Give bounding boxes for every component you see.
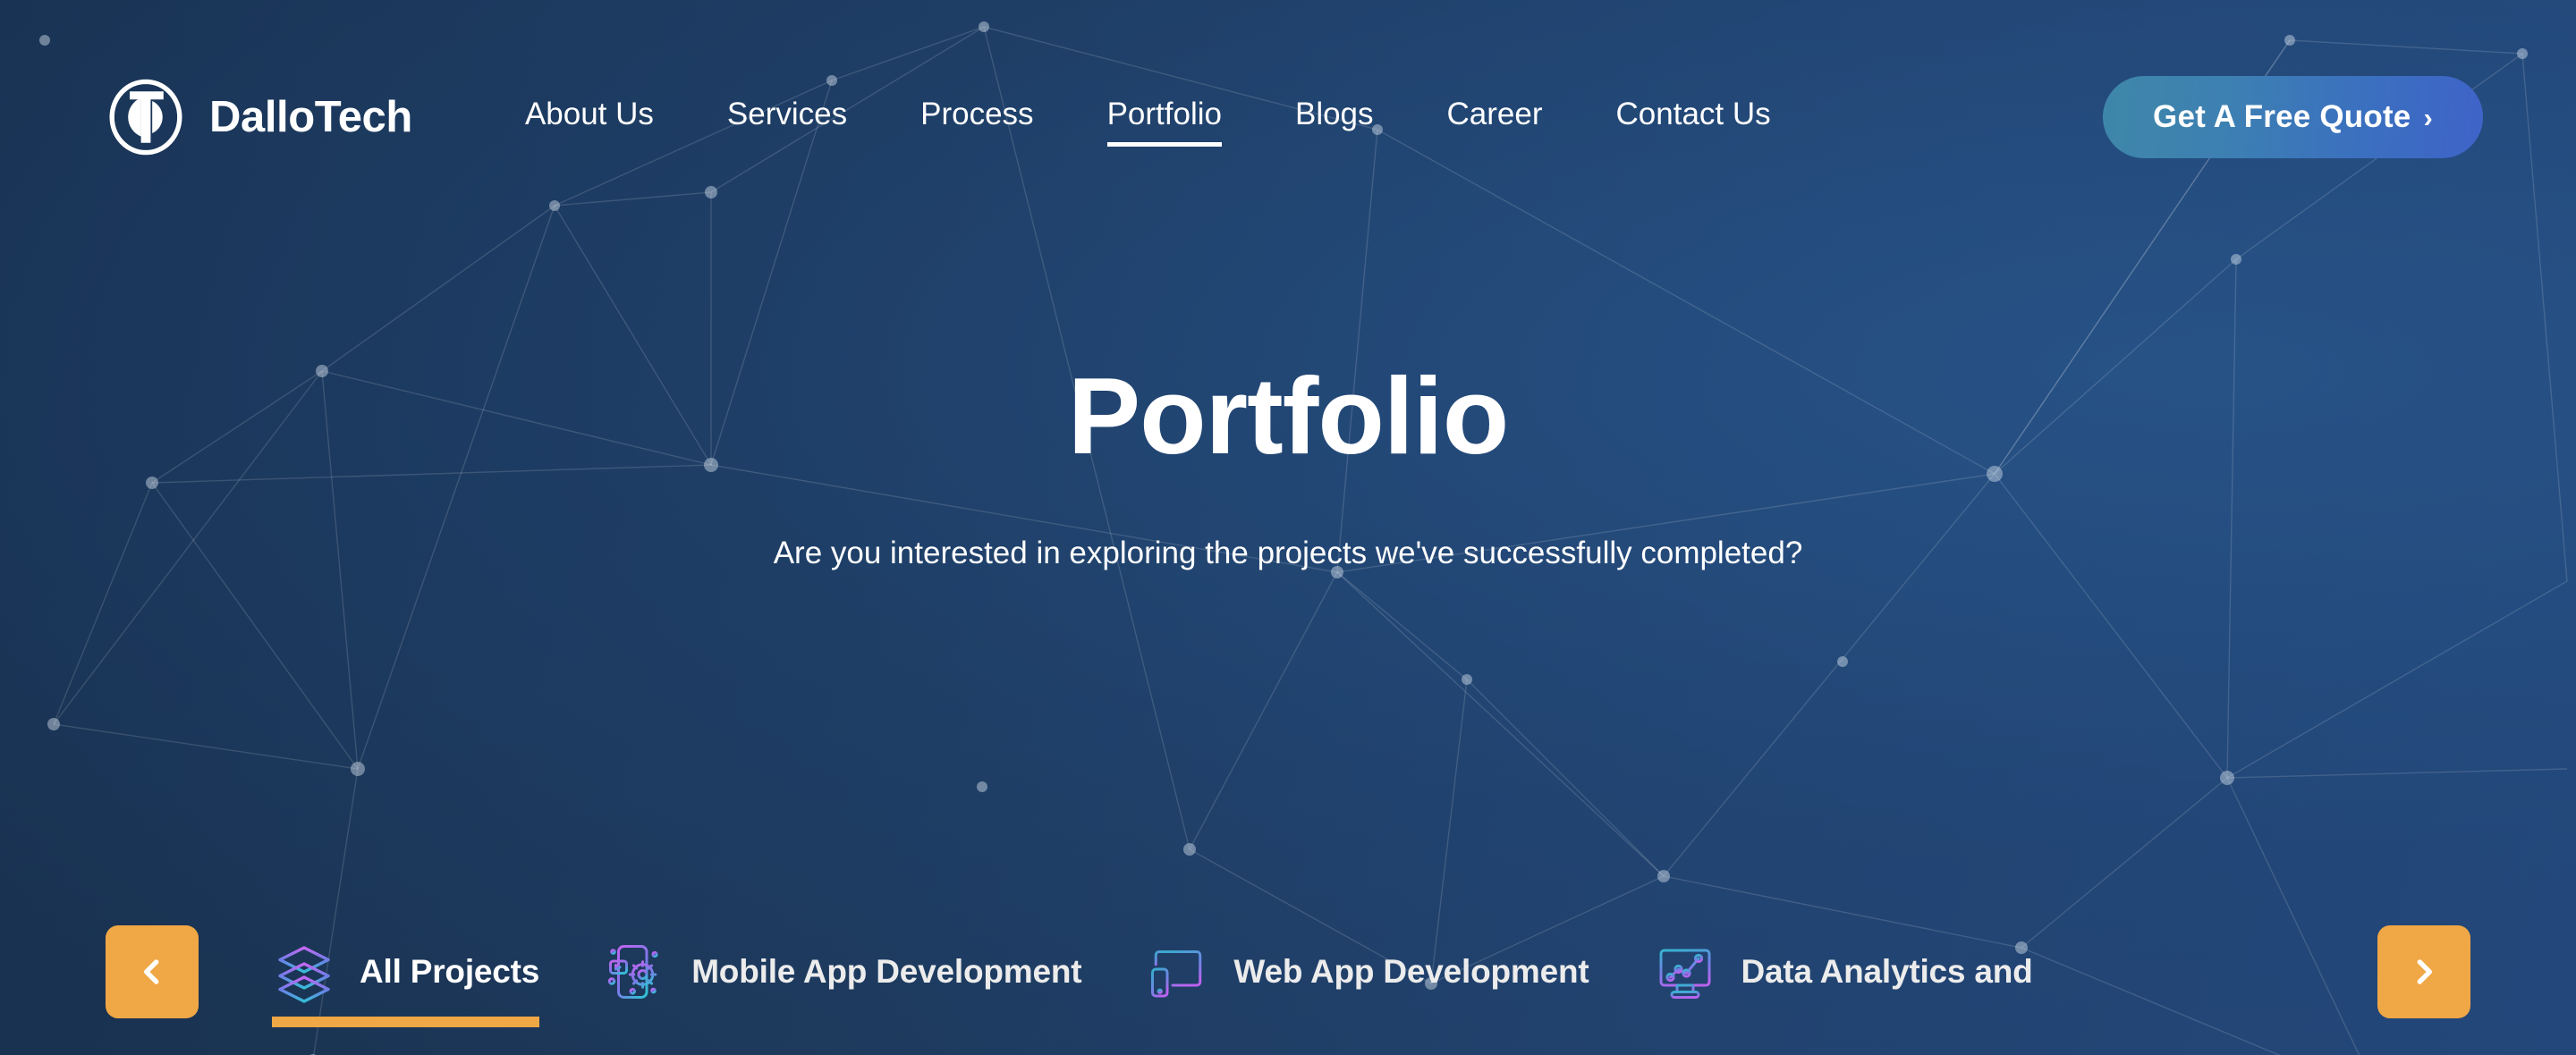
nav-item-career[interactable]: Career	[1447, 88, 1543, 147]
site-header: DalloTech About Us Services Process Port…	[0, 0, 2576, 234]
filter-tab-mobile-app-development[interactable]: Mobile App Development	[584, 889, 1126, 1055]
chevron-right-icon: ›	[2423, 101, 2433, 133]
chevron-right-icon	[2417, 959, 2433, 984]
filter-tab-label: Data Analytics and	[1741, 953, 2033, 990]
layers-stack-icon	[278, 946, 330, 1003]
filter-prev-button[interactable]	[106, 925, 199, 1018]
chevron-left-icon	[143, 959, 159, 984]
portfolio-filter-strip: All Projects Mobile App Development Web …	[0, 889, 2576, 1055]
portfolio-hero-page: DalloTech About Us Services Process Port…	[0, 0, 2576, 1055]
filter-tab-web-app-development[interactable]: Web App Development	[1126, 889, 1633, 1055]
dallotech-logo-icon	[109, 79, 182, 156]
analytics-chart-icon	[1659, 949, 1711, 999]
brand-name: DalloTech	[209, 93, 412, 141]
filter-tabs-viewport[interactable]: All Projects Mobile App Development Web …	[199, 889, 2377, 1055]
cta-label: Get A Free Quote	[2153, 99, 2411, 134]
page-subtitle: Are you interested in exploring the proj…	[773, 535, 1803, 570]
nav-item-about-us[interactable]: About Us	[525, 88, 654, 147]
filter-tab-label: Web App Development	[1233, 953, 1589, 990]
nav-item-portfolio[interactable]: Portfolio	[1106, 88, 1223, 147]
filter-tabs-track: All Projects Mobile App Development Web …	[252, 889, 2078, 1055]
nav-item-blogs[interactable]: Blogs	[1295, 88, 1374, 147]
filter-next-button[interactable]	[2377, 925, 2470, 1018]
filter-tab-label: Mobile App Development	[691, 953, 1082, 990]
nav-item-process[interactable]: Process	[920, 88, 1033, 147]
hero-copy: Portfolio Are you interested in explorin…	[0, 355, 2576, 575]
get-a-free-quote-button[interactable]: Get A Free Quote ›	[2103, 76, 2483, 158]
nav-item-services[interactable]: Services	[727, 88, 847, 147]
filter-tab-all-projects[interactable]: All Projects	[252, 889, 584, 1055]
main-navigation: About Us Services Process Portfolio Blog…	[525, 88, 2103, 147]
mobile-gear-icon	[607, 945, 658, 999]
monitor-phone-icon	[1151, 950, 1202, 998]
page-title: Portfolio	[1067, 355, 1509, 477]
brand-logo-link[interactable]: DalloTech	[106, 77, 412, 157]
nav-item-contact-us[interactable]: Contact Us	[1616, 88, 1771, 147]
filter-tab-label: All Projects	[360, 953, 540, 990]
filter-tab-data-analytics[interactable]: Data Analytics and	[1633, 889, 2077, 1055]
